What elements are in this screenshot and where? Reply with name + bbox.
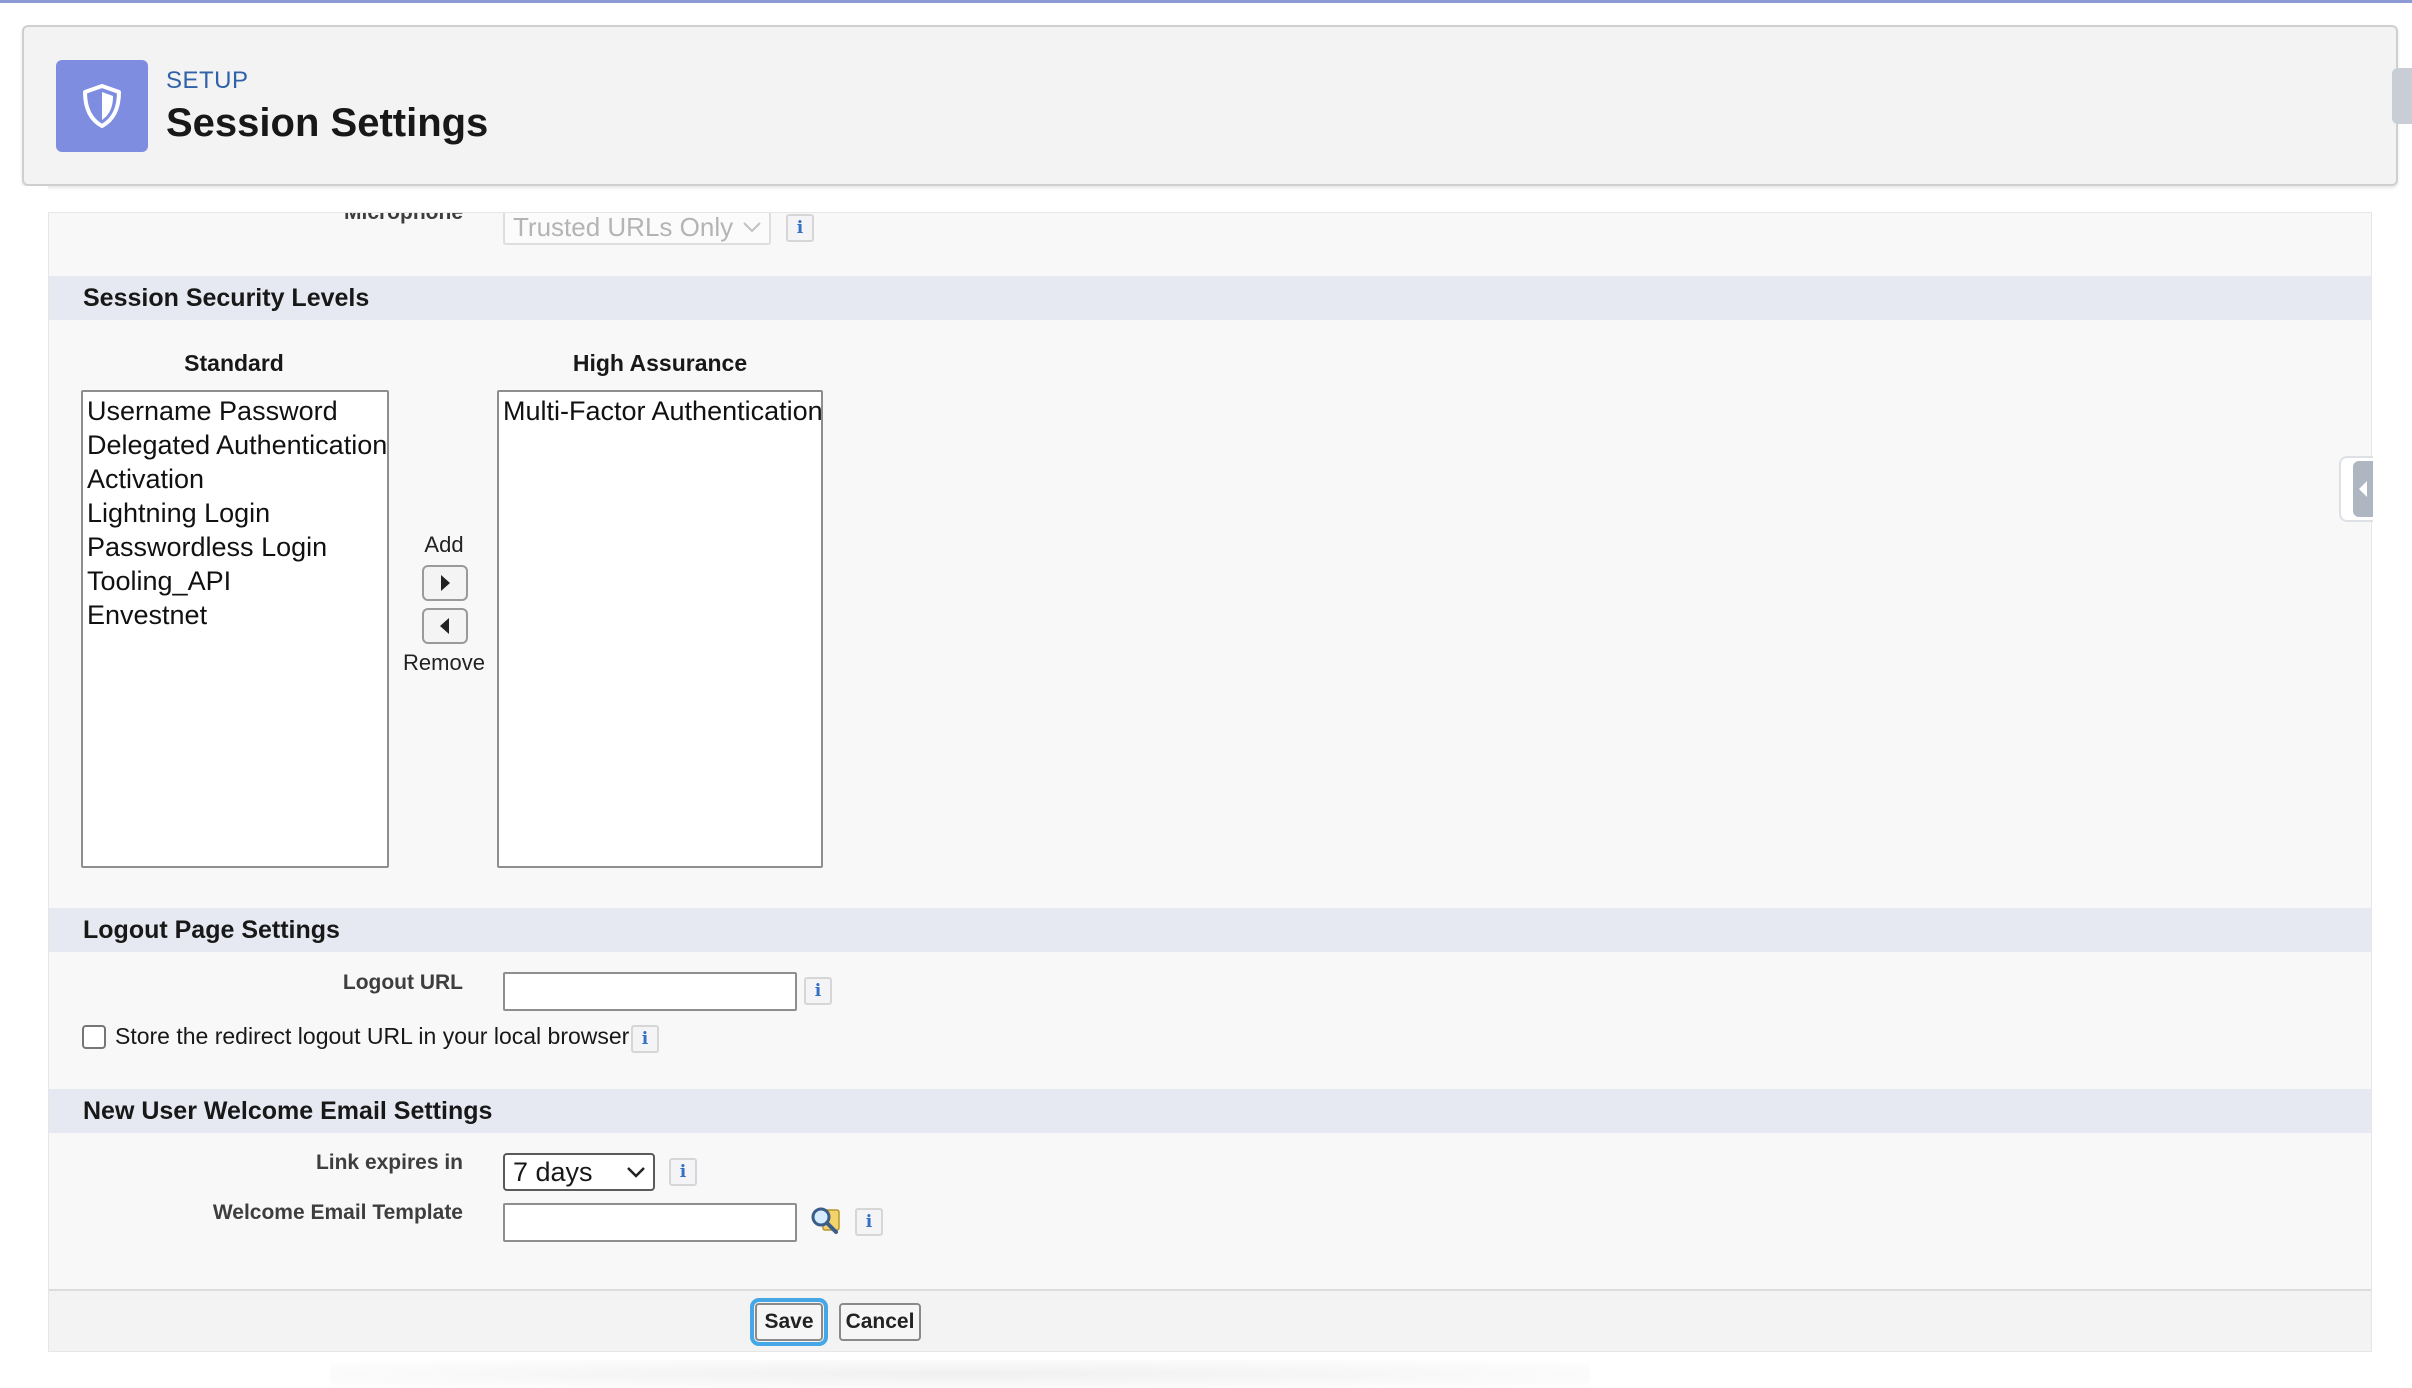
top-accent-bar bbox=[0, 0, 2412, 3]
remove-label: Remove bbox=[403, 650, 485, 675]
list-item[interactable]: Tooling_API bbox=[87, 564, 383, 598]
shield-icon bbox=[56, 60, 148, 152]
add-button[interactable] bbox=[422, 565, 468, 601]
remove-button[interactable] bbox=[422, 608, 468, 644]
list-item[interactable]: Activation bbox=[87, 462, 383, 496]
list-item[interactable]: Delegated Authentication bbox=[87, 428, 387, 462]
scroll-shadow bbox=[330, 1360, 1590, 1388]
add-label: Add bbox=[424, 532, 464, 557]
store-logout-url-label: Store the redirect logout URL in your lo… bbox=[115, 1023, 630, 1049]
microphone-label: Microphone bbox=[344, 212, 463, 224]
logout-url-input[interactable] bbox=[503, 972, 797, 1011]
page-header: SETUP Session Settings bbox=[22, 25, 2398, 186]
info-icon[interactable]: i bbox=[786, 214, 814, 242]
info-icon[interactable]: i bbox=[631, 1025, 659, 1053]
list-item[interactable]: Multi-Factor Authentication bbox=[503, 394, 823, 428]
store-logout-url-checkbox[interactable] bbox=[82, 1025, 106, 1049]
section-logout-page: Logout Page Settings bbox=[49, 908, 2371, 952]
list-item[interactable]: Lightning Login bbox=[87, 496, 383, 530]
welcome-template-label: Welcome Email Template bbox=[212, 1201, 463, 1224]
info-icon[interactable]: i bbox=[804, 977, 832, 1005]
arrow-left-icon bbox=[440, 618, 449, 634]
logout-url-label: Logout URL bbox=[342, 971, 463, 994]
section-session-security: Session Security Levels bbox=[49, 276, 2371, 320]
arrow-right-icon bbox=[441, 575, 450, 591]
microphone-select-value: Trusted URLs Only bbox=[513, 212, 734, 242]
standard-levels-listbox[interactable]: Username Password Delegated Authenticatio… bbox=[81, 390, 389, 868]
cancel-button[interactable]: Cancel bbox=[839, 1303, 921, 1341]
section-welcome-email: New User Welcome Email Settings bbox=[49, 1089, 2371, 1133]
save-button[interactable]: Save bbox=[750, 1298, 828, 1346]
welcome-template-input[interactable] bbox=[503, 1203, 797, 1242]
link-expires-label: Link expires in bbox=[315, 1151, 463, 1174]
standard-column-heading: Standard bbox=[184, 350, 284, 376]
link-expires-value: 7 days bbox=[513, 1156, 593, 1187]
high-assurance-listbox[interactable]: Multi-Factor Authentication bbox=[497, 390, 823, 868]
chevron-down-icon bbox=[743, 222, 761, 233]
high-assurance-column-heading: High Assurance bbox=[572, 350, 748, 376]
settings-form-panel: Microphone Trusted URLs Only i Session S… bbox=[48, 212, 2372, 1352]
list-item[interactable]: Envestnet bbox=[87, 598, 383, 632]
chevron-down-icon bbox=[627, 1167, 645, 1178]
link-expires-select[interactable]: 7 days bbox=[503, 1153, 655, 1191]
breadcrumb[interactable]: SETUP bbox=[166, 67, 249, 95]
page-title: Session Settings bbox=[166, 101, 489, 145]
panel-gutter bbox=[22, 186, 48, 1372]
right-edge-tab[interactable] bbox=[2392, 68, 2412, 124]
list-item[interactable]: Username Password bbox=[87, 394, 383, 428]
info-icon[interactable]: i bbox=[855, 1208, 883, 1236]
lookup-icon[interactable] bbox=[809, 1204, 843, 1238]
side-panel-toggle[interactable] bbox=[2339, 456, 2373, 522]
list-item[interactable]: Passwordless Login bbox=[87, 530, 383, 564]
microphone-select: Trusted URLs Only bbox=[503, 212, 771, 245]
info-icon[interactable]: i bbox=[669, 1158, 697, 1186]
collapse-arrow-icon bbox=[2353, 461, 2373, 517]
form-footer: Save Cancel bbox=[49, 1289, 2371, 1351]
